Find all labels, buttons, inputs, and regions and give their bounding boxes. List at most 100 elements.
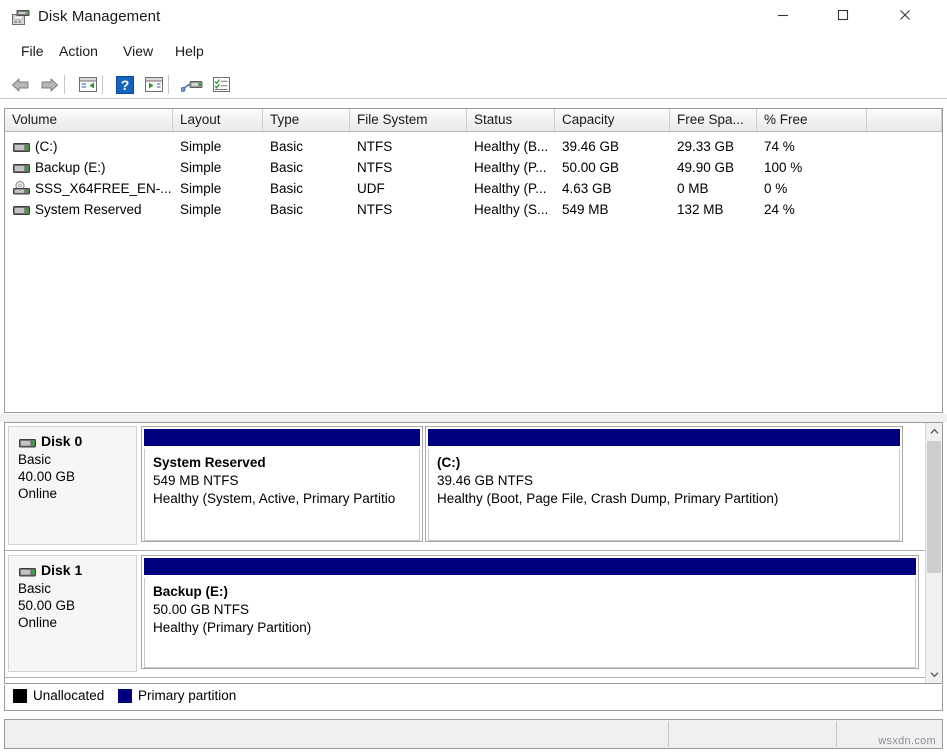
chevron-down-icon bbox=[930, 671, 939, 678]
menu-view[interactable]: View bbox=[116, 41, 160, 61]
cell-layout: Simple bbox=[180, 199, 263, 220]
disk-info-panel[interactable]: Disk 1Basic50.00 GBOnline bbox=[8, 555, 137, 672]
status-bar-divider bbox=[668, 721, 669, 747]
menu-help[interactable]: Help bbox=[168, 41, 211, 61]
rescan-disks-button[interactable] bbox=[179, 73, 205, 96]
partition-block[interactable]: Backup (E:)50.00 GB NTFSHealthy (Primary… bbox=[141, 555, 919, 669]
graphic-pane-scrollbar[interactable] bbox=[925, 423, 942, 683]
show-hide-console-tree-button[interactable] bbox=[75, 73, 101, 96]
disk-row: Disk 0Basic40.00 GBOnlineSystem Reserved… bbox=[5, 423, 925, 551]
disk-state: Online bbox=[18, 614, 128, 631]
disk-info-panel[interactable]: Disk 0Basic40.00 GBOnline bbox=[8, 426, 137, 545]
column-header-capacity[interactable]: Capacity bbox=[555, 109, 670, 131]
volume-row[interactable]: System ReservedSimpleBasicNTFSHealthy (S… bbox=[5, 199, 942, 220]
cell-type: Basic bbox=[270, 136, 350, 157]
cell-volume: System Reserved bbox=[35, 199, 173, 220]
column-header-free[interactable]: % Free bbox=[757, 109, 867, 131]
disk-device-icon bbox=[19, 436, 36, 447]
cell-status: Healthy (P... bbox=[474, 178, 555, 199]
cell-percent-free: 100 % bbox=[764, 157, 867, 178]
legend-color-swatch bbox=[118, 689, 132, 703]
cell-percent-free: 24 % bbox=[764, 199, 867, 220]
toolbar: ? bbox=[0, 70, 947, 99]
disk-graphic-pane: Disk 0Basic40.00 GBOnlineSystem Reserved… bbox=[4, 422, 943, 684]
maximize-icon bbox=[837, 9, 849, 21]
partition-block[interactable]: System Reserved549 MB NTFSHealthy (Syste… bbox=[141, 426, 423, 542]
partition-status: Healthy (Boot, Page File, Crash Dump, Pr… bbox=[437, 490, 899, 508]
legend-bar: Unallocated Primary partition bbox=[4, 685, 943, 711]
cell-percent-free: 74 % bbox=[764, 136, 867, 157]
column-header-layout[interactable]: Layout bbox=[173, 109, 263, 131]
partition-color-bar bbox=[144, 429, 420, 446]
close-button[interactable] bbox=[882, 0, 928, 30]
cell-capacity: 4.63 GB bbox=[562, 178, 670, 199]
cell-volume: Backup (E:) bbox=[35, 157, 173, 178]
legend-item: Unallocated bbox=[13, 688, 104, 703]
svg-text:?: ? bbox=[121, 77, 130, 93]
chevron-up-icon bbox=[930, 428, 939, 435]
volume-row[interactable]: SSS_X64FREE_EN-...SimpleBasicUDFHealthy … bbox=[5, 178, 942, 199]
legend-label: Unallocated bbox=[33, 688, 104, 703]
properties-button[interactable] bbox=[208, 73, 234, 96]
minimize-button[interactable] bbox=[760, 0, 806, 30]
disk-management-window: Disk Management FileAction View Help bbox=[0, 0, 947, 754]
disk-name: Disk 0 bbox=[41, 433, 82, 449]
optical-disc-volume-icon bbox=[13, 181, 30, 193]
cell-status: Healthy (B... bbox=[474, 136, 555, 157]
status-bar: wsxdn.com bbox=[4, 719, 943, 749]
cell-file-system: NTFS bbox=[357, 199, 467, 220]
forward-button[interactable] bbox=[36, 73, 62, 96]
hard-disk-volume-icon bbox=[13, 141, 30, 153]
partition-color-bar bbox=[428, 429, 900, 446]
cell-layout: Simple bbox=[180, 157, 263, 178]
pane-splitter[interactable] bbox=[0, 414, 947, 422]
show-hide-console-tree-icon bbox=[78, 76, 98, 93]
scrollbar-thumb[interactable] bbox=[927, 441, 941, 573]
cell-free-space: 29.33 GB bbox=[677, 136, 757, 157]
disk-row: Disk 1Basic50.00 GBOnlineBackup (E:)50.0… bbox=[5, 552, 925, 678]
toolbar-separator bbox=[102, 75, 103, 94]
title-bar: Disk Management bbox=[0, 0, 947, 36]
disk-device-icon bbox=[19, 565, 36, 576]
help-button[interactable]: ? bbox=[112, 73, 138, 96]
cell-percent-free: 0 % bbox=[764, 178, 867, 199]
cell-capacity: 549 MB bbox=[562, 199, 670, 220]
maximize-button[interactable] bbox=[820, 0, 866, 30]
cell-file-system: NTFS bbox=[357, 157, 467, 178]
column-header-status[interactable]: Status bbox=[467, 109, 555, 131]
menu-action[interactable]: Action bbox=[52, 41, 105, 61]
cell-status: Healthy (S... bbox=[474, 199, 555, 220]
column-header-blank[interactable] bbox=[867, 109, 942, 131]
partition-details: (C:)39.46 GB NTFSHealthy (Boot, Page Fil… bbox=[428, 449, 900, 541]
cell-type: Basic bbox=[270, 178, 350, 199]
column-header-type[interactable]: Type bbox=[263, 109, 350, 131]
toolbar-separator bbox=[64, 75, 65, 94]
disk-state: Online bbox=[18, 485, 128, 502]
cell-volume: (C:) bbox=[35, 136, 173, 157]
show-hide-action-pane-button[interactable] bbox=[141, 73, 167, 96]
column-header-free-spa[interactable]: Free Spa... bbox=[670, 109, 757, 131]
disk-management-icon bbox=[12, 10, 30, 26]
partition-status: Healthy (System, Active, Primary Partiti… bbox=[153, 490, 419, 508]
status-bar-divider bbox=[836, 721, 837, 747]
column-header-file-system[interactable]: File System bbox=[350, 109, 467, 131]
partition-size-filesystem: 50.00 GB NTFS bbox=[153, 601, 915, 619]
scroll-down-button[interactable] bbox=[926, 666, 942, 683]
legend-item: Primary partition bbox=[118, 688, 236, 703]
menu-bar: FileAction View Help bbox=[0, 37, 947, 65]
volume-row[interactable]: (C:)SimpleBasicNTFSHealthy (B...39.46 GB… bbox=[5, 136, 942, 157]
column-header-volume[interactable]: Volume bbox=[5, 109, 173, 131]
show-hide-action-pane-icon bbox=[144, 76, 164, 93]
cell-layout: Simple bbox=[180, 178, 263, 199]
partition-block[interactable]: (C:)39.46 GB NTFSHealthy (Boot, Page Fil… bbox=[425, 426, 903, 542]
partition-size-filesystem: 549 MB NTFS bbox=[153, 472, 419, 490]
back-button[interactable] bbox=[8, 73, 34, 96]
volume-row[interactable]: Backup (E:)SimpleBasicNTFSHealthy (P...5… bbox=[5, 157, 942, 178]
scroll-up-button[interactable] bbox=[926, 423, 942, 440]
rescan-disks-icon bbox=[181, 77, 203, 93]
cell-free-space: 49.90 GB bbox=[677, 157, 757, 178]
partition-name: Backup (E:) bbox=[153, 583, 915, 601]
window-title: Disk Management bbox=[38, 8, 160, 25]
help-icon: ? bbox=[116, 76, 134, 94]
menu-file[interactable]: File bbox=[14, 41, 51, 61]
